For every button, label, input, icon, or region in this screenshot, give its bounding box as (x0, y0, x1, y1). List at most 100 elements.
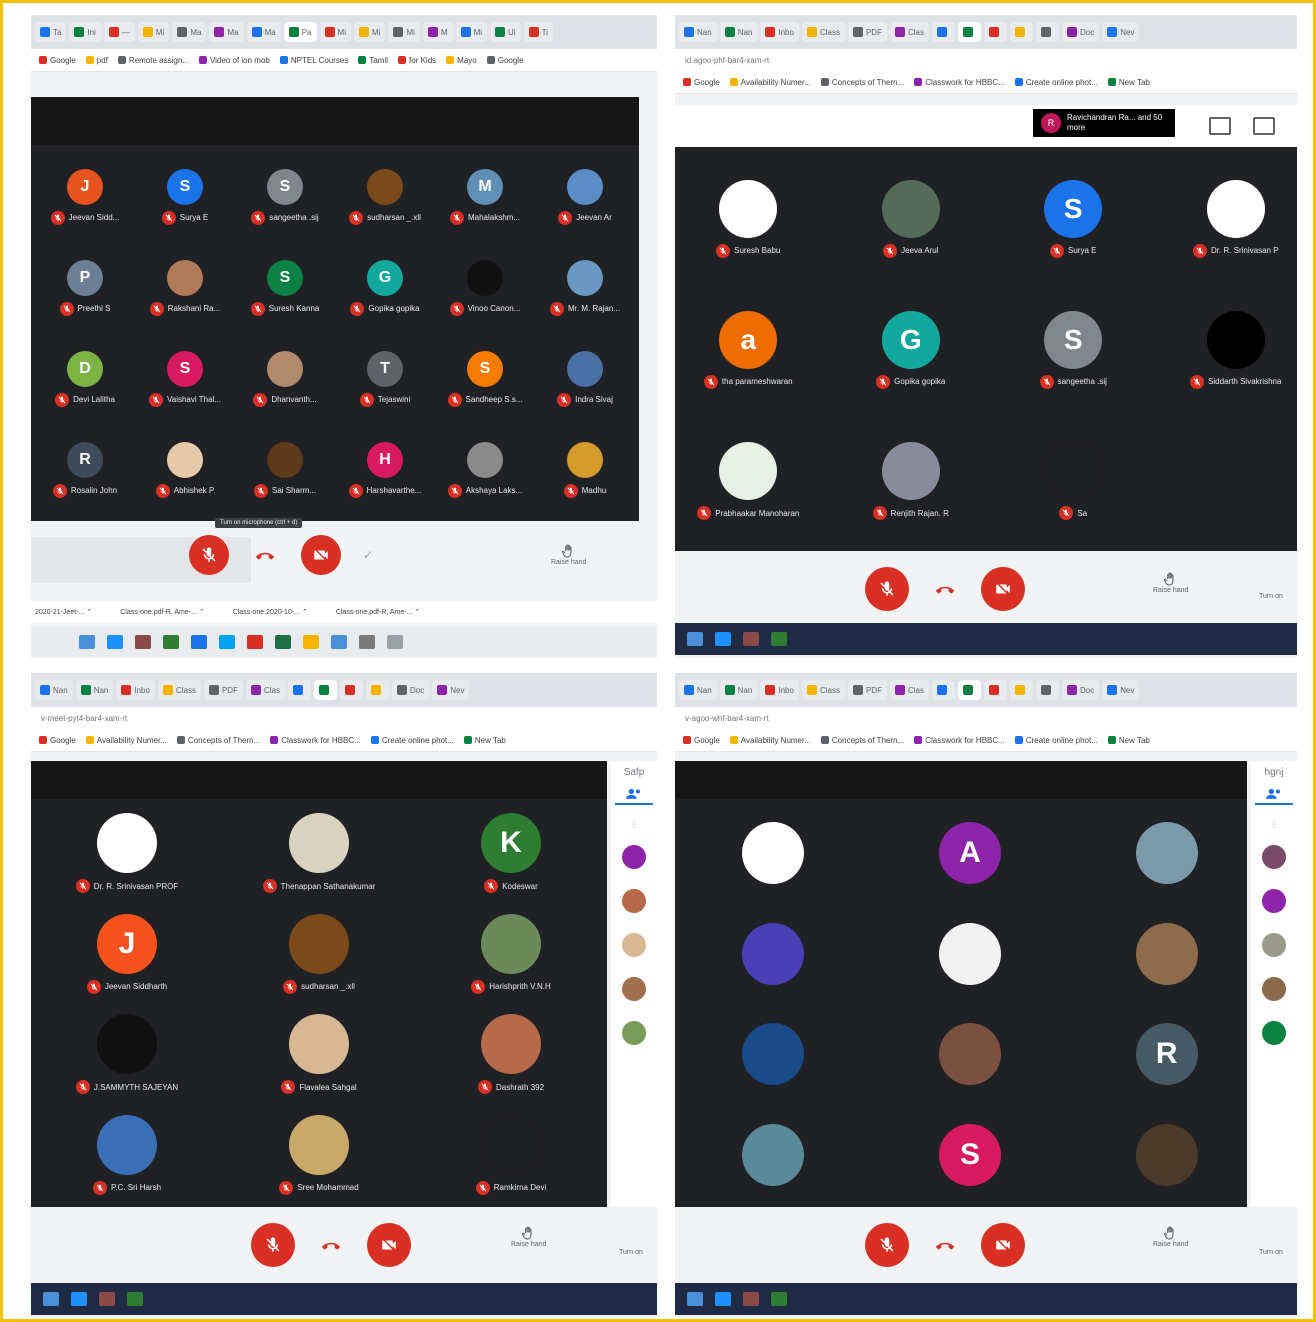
excel-icon[interactable] (275, 635, 291, 649)
participant-tile[interactable]: sudharsan _.xll (223, 904, 415, 1005)
address-bar[interactable]: v-agoo-whf-bar4-xam-rt (675, 707, 1297, 729)
browser-tab[interactable]: Nan (75, 680, 114, 700)
files-icon[interactable] (71, 1292, 87, 1306)
download-item[interactable]: 2020-21-Jeet-... ⌃ (35, 608, 92, 616)
browser-tab[interactable]: Ta (35, 22, 67, 42)
bookmark-item[interactable]: for Kids (398, 56, 436, 65)
bookmark-item[interactable]: Mayo (446, 56, 477, 65)
camera-off-button[interactable] (981, 567, 1025, 611)
mic-off-button[interactable] (865, 567, 909, 611)
participant-tile[interactable]: Sai Sharm... (235, 424, 335, 515)
mic-off-button[interactable] (188, 535, 229, 575)
participant-tile[interactable]: Dr. R. Srinivasan PROF (31, 803, 223, 904)
meet-icon[interactable] (743, 1292, 759, 1306)
browser-tab[interactable]: Nan (679, 680, 717, 700)
mic-off-button[interactable] (865, 1223, 909, 1267)
address-bar[interactable]: id.agoo-phf-bar4-xam-rt (675, 49, 1297, 71)
browser-tab[interactable]: Nev (1102, 22, 1140, 42)
participant-tile[interactable]: Sree Mohammad (223, 1105, 415, 1206)
photos-icon[interactable] (359, 635, 375, 649)
bookmark-item[interactable]: Google (683, 78, 720, 87)
browser-tab[interactable]: — (103, 22, 135, 42)
task-view-icon[interactable] (107, 635, 123, 649)
excel-icon[interactable] (771, 1292, 787, 1306)
participant-tile[interactable]: Harishprith V.N.H (415, 904, 607, 1005)
layout-icon[interactable] (1209, 117, 1231, 135)
participant-tile[interactable]: Suresh Babu (675, 153, 830, 284)
browser-tab[interactable] (983, 680, 1007, 700)
turn-on-label[interactable]: Turn on (1259, 593, 1283, 600)
participant-tile[interactable] (675, 904, 872, 1005)
files-icon[interactable] (387, 635, 403, 649)
browser-tab[interactable]: Nan (35, 680, 73, 700)
skype-icon[interactable] (219, 635, 235, 649)
turn-on-label[interactable]: Turn on (619, 1249, 643, 1256)
browser-tab[interactable] (287, 680, 311, 700)
browser-tab[interactable]: Clas (889, 680, 929, 700)
browser-tab[interactable] (983, 22, 1007, 42)
bookmark-item[interactable]: Create online phot... (1014, 736, 1098, 745)
browser-tab[interactable]: Nan (719, 22, 758, 42)
bookmark-item[interactable]: Concepts of Thern... (820, 78, 904, 87)
browser-tab[interactable]: Doc (1061, 680, 1100, 700)
browser-tab[interactable] (1009, 22, 1033, 42)
participant-tile[interactable]: A (872, 803, 1069, 904)
meet-icon[interactable] (99, 1292, 115, 1306)
participant-tile[interactable]: Abhishek P (135, 424, 235, 515)
participant-tile[interactable]: Rakshani Ra... (135, 242, 235, 333)
camera-off-button[interactable] (981, 1223, 1025, 1267)
participant-tile[interactable]: Ramkirna Devi (415, 1105, 607, 1206)
people-tab[interactable] (1255, 788, 1293, 805)
browser-tab[interactable]: PDF (847, 680, 887, 700)
browser-tab[interactable]: Mi (455, 22, 488, 42)
participant-tile[interactable]: Ssangeetha .sij (235, 151, 335, 242)
participant-tile[interactable]: Ssangeetha .sij (992, 284, 1155, 415)
participant-tile[interactable]: H Harshavarthe... (335, 424, 435, 515)
browser-tab[interactable]: Mi (388, 22, 420, 42)
bookmark-item[interactable]: Classwork for HBBC... (914, 736, 1005, 745)
participant-tile[interactable] (872, 1004, 1069, 1105)
bookmark-item[interactable]: New Tab (1107, 78, 1150, 87)
bookmark-item[interactable]: Concepts of Thern... (820, 736, 904, 745)
participant-tile[interactable]: D Devi Lalitha (35, 333, 135, 424)
download-item[interactable]: Class-one.pdf-R, Ame-... ⌃ (120, 608, 204, 616)
browser-tab[interactable]: M (422, 22, 453, 42)
end-call-button[interactable] (931, 579, 959, 599)
bookmark-item[interactable]: Google (39, 736, 76, 745)
browser-tab[interactable]: Mi (137, 22, 170, 42)
mail-icon[interactable] (43, 1292, 59, 1306)
bookmark-item[interactable]: New Tab (463, 736, 506, 745)
participant-tile[interactable] (872, 904, 1069, 1005)
address-bar[interactable]: v-meet-pyt4-bar4-xam-rt (31, 707, 657, 729)
browser-tab[interactable] (339, 680, 363, 700)
participant-tile[interactable]: J Jeevan Siddharth (31, 904, 223, 1005)
bookmark-item[interactable]: Concepts of Thern... (176, 736, 260, 745)
bookmark-item[interactable]: Availability Numer... (85, 736, 167, 745)
participant-tile[interactable]: S Vaishavi Thal... (135, 333, 235, 424)
browser-tab[interactable]: Ui (490, 22, 521, 42)
participant-tile[interactable]: Dhanvanth... (235, 333, 335, 424)
browser-tab[interactable]: Ma (209, 22, 244, 42)
pin-icon[interactable] (1253, 117, 1275, 135)
meet-icon[interactable] (331, 635, 347, 649)
participant-tile[interactable] (1068, 1105, 1265, 1206)
mail-icon[interactable] (687, 1292, 703, 1306)
people-tab[interactable] (615, 788, 653, 805)
raise-hand-button[interactable]: Raise hand (551, 543, 586, 566)
browser-tab[interactable] (957, 680, 981, 700)
raise-hand-button[interactable]: Raise hand (1153, 571, 1188, 594)
participant-tile[interactable]: Indra Sivaj (535, 333, 635, 424)
browser-tab[interactable]: Clas (889, 22, 929, 42)
files-icon[interactable] (715, 632, 731, 646)
bookmark-item[interactable]: Tamil (358, 56, 388, 65)
bookmark-item[interactable]: Remote assign... (117, 56, 189, 65)
raise-hand-button[interactable]: Raise hand (1153, 1225, 1188, 1248)
participant-tile[interactable]: R (1068, 1004, 1265, 1105)
participant-tile[interactable]: Siddarth Sivakrishna (1155, 284, 1298, 415)
participant-tile[interactable]: Sa (992, 416, 1155, 547)
bookmark-item[interactable]: Create online phot... (370, 736, 454, 745)
participant-tile[interactable]: Vinoo Canon... (435, 242, 535, 333)
browser-tab[interactable]: Pa (283, 22, 317, 42)
browser-tab[interactable] (931, 680, 955, 700)
files-icon[interactable] (715, 1292, 731, 1306)
